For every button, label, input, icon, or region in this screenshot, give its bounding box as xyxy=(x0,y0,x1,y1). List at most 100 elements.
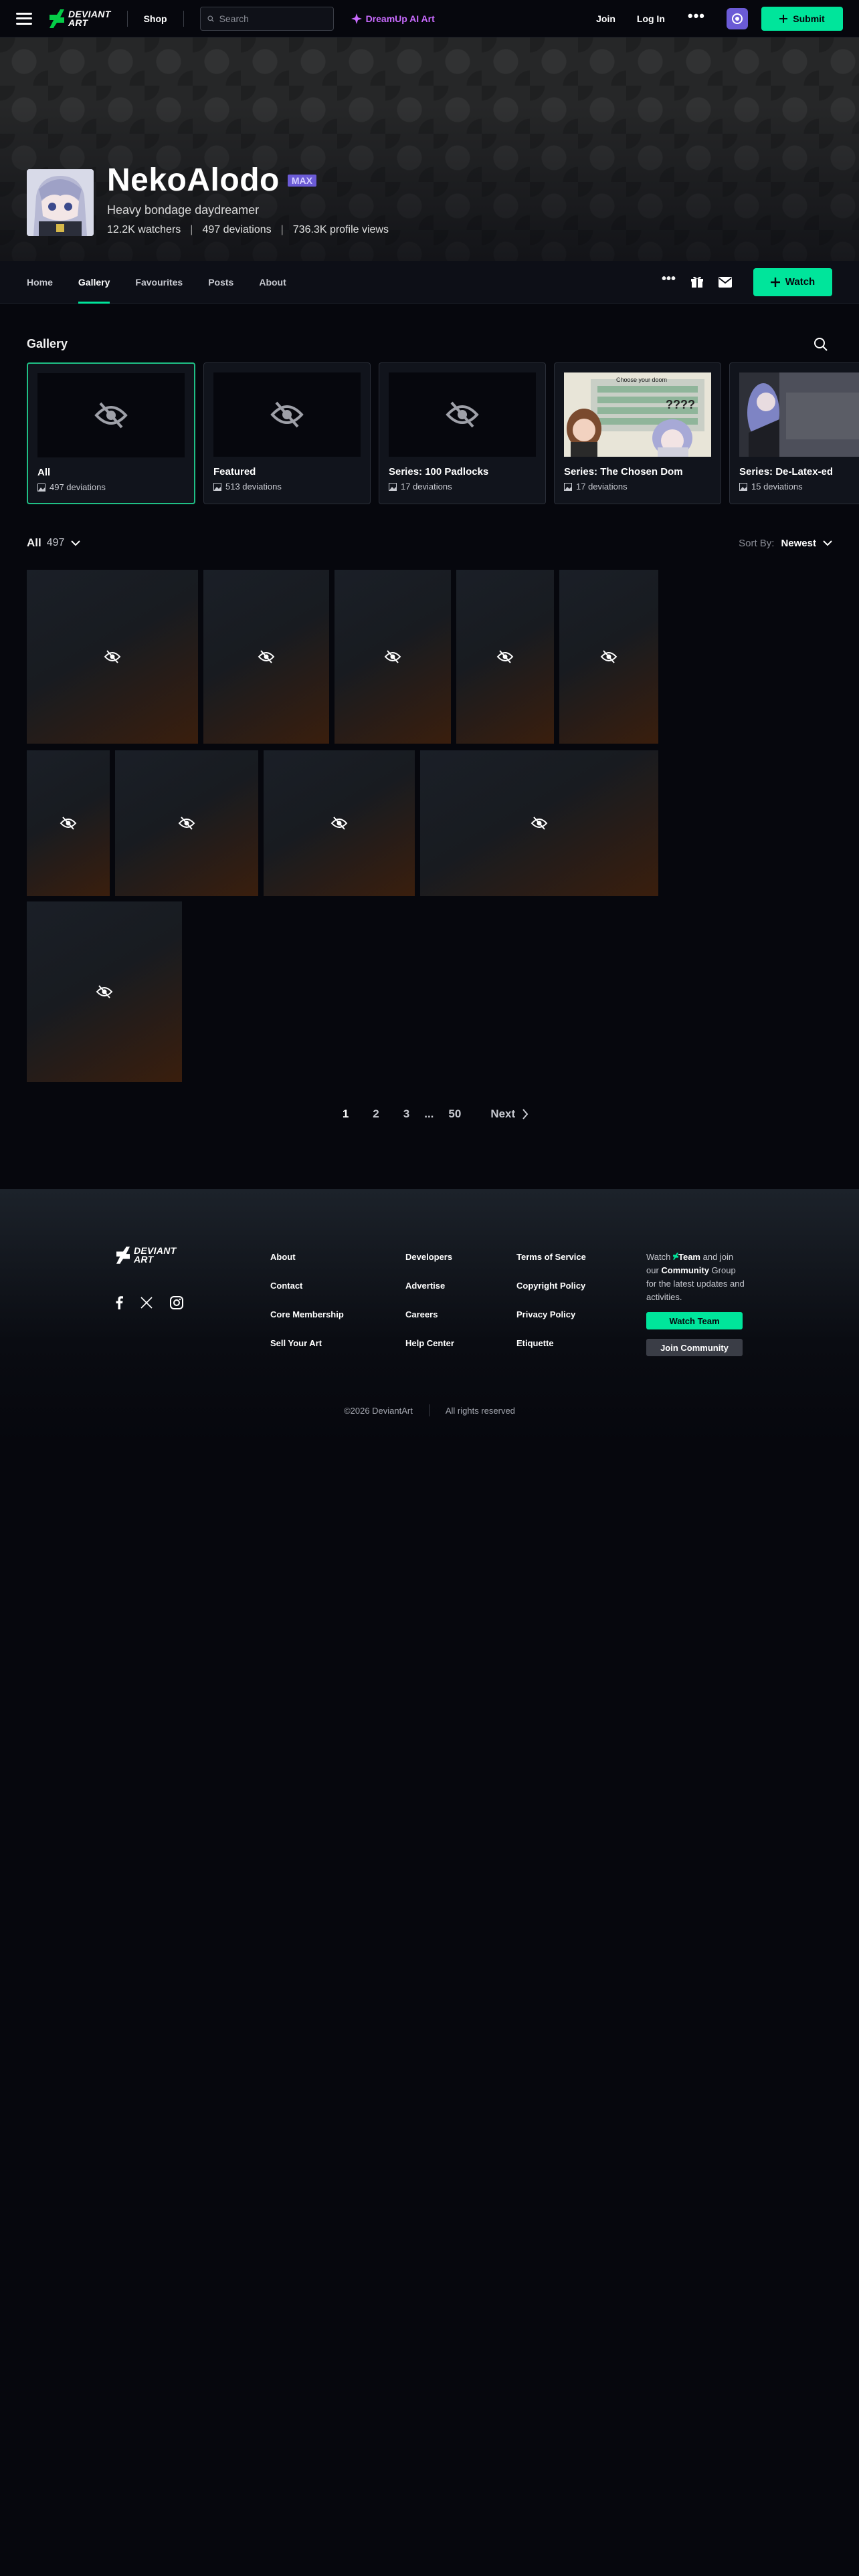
facebook-icon[interactable] xyxy=(115,1296,123,1309)
search-input[interactable] xyxy=(219,13,326,24)
footer-link-contact[interactable]: Contact xyxy=(270,1281,344,1291)
folder-filter-dropdown[interactable]: All 497 xyxy=(27,536,81,550)
footer-link-core-membership[interactable]: Core Membership xyxy=(270,1309,344,1319)
logo-text-art: ART xyxy=(134,1254,154,1265)
folder-thumbnail xyxy=(389,372,536,457)
footer-link-developers[interactable]: Developers xyxy=(405,1252,454,1262)
folder-name: Series: The Chosen Dom xyxy=(564,466,683,477)
deviation-tile[interactable] xyxy=(420,750,658,896)
folder-name: Featured xyxy=(213,466,256,477)
page-2[interactable]: 2 xyxy=(373,1107,379,1121)
page-ellipsis: ... xyxy=(424,1107,434,1120)
submit-button[interactable]: Submit xyxy=(761,6,843,31)
tab-gallery[interactable]: Gallery xyxy=(78,261,110,304)
comic-question-marks: ???? xyxy=(666,398,695,411)
footer-link-privacy-policy[interactable]: Privacy Policy xyxy=(516,1309,586,1319)
page-1[interactable]: 1 xyxy=(343,1107,349,1121)
deviation-tile[interactable] xyxy=(559,570,658,744)
folder-card-100-padlocks[interactable]: Series: 100 Padlocks 17 deviations xyxy=(379,362,546,504)
deviation-tile[interactable] xyxy=(27,570,198,744)
footer-column-3: Terms of Service Copyright Policy Privac… xyxy=(516,1252,586,1348)
x-twitter-icon[interactable] xyxy=(140,1297,153,1309)
folder-card-the-chosen-dom[interactable]: Choose your doom ???? Series: The Chosen… xyxy=(554,362,721,504)
folder-count: 15 deviations xyxy=(751,481,803,492)
profile-tabs: Home Gallery Favourites Posts About ••• … xyxy=(0,261,859,304)
shop-link[interactable]: Shop xyxy=(144,13,167,24)
search-icon[interactable] xyxy=(814,337,828,352)
chevron-down-icon xyxy=(823,540,832,546)
deviation-tile[interactable] xyxy=(27,750,110,896)
page-50[interactable]: 50 xyxy=(448,1107,461,1121)
deviation-tile[interactable] xyxy=(264,750,415,896)
deviation-tile[interactable] xyxy=(456,570,554,744)
footer-link-about[interactable]: About xyxy=(270,1252,344,1262)
folder-card-featured[interactable]: Featured 513 deviations xyxy=(203,362,371,504)
watch-button[interactable]: Watch xyxy=(753,267,832,296)
folder-card-de-latex-ed[interactable]: Series: De-Latex-ed 15 deviations xyxy=(729,362,859,504)
image-icon xyxy=(389,482,397,491)
avatar-image xyxy=(27,169,94,236)
footer-link-etiquette[interactable]: Etiquette xyxy=(516,1338,586,1348)
plus-icon xyxy=(779,14,788,23)
hidden-eye-icon xyxy=(60,817,77,830)
deviantart-logo-icon xyxy=(50,9,64,28)
profile-tagline: Heavy bondage daydreamer xyxy=(107,203,260,217)
footer-link-advertise[interactable]: Advertise xyxy=(405,1281,454,1291)
menu-icon[interactable] xyxy=(16,12,32,25)
gift-icon[interactable] xyxy=(690,276,704,289)
folder-thumbnail xyxy=(213,372,361,457)
deviation-tile[interactable] xyxy=(335,570,451,744)
hidden-eye-icon xyxy=(600,650,617,663)
copyright-bar: ©2026 DeviantArt All rights reserved xyxy=(0,1404,859,1416)
hidden-eye-icon xyxy=(258,650,275,663)
deviantart-logo[interactable]: DEVIANT ART xyxy=(50,9,111,28)
search-box[interactable] xyxy=(199,6,334,31)
avatar[interactable] xyxy=(27,169,94,236)
dreamup-label: DreamUp AI Art xyxy=(365,13,435,24)
deviations-count[interactable]: 497 deviations xyxy=(202,224,271,236)
join-community-button[interactable]: Join Community xyxy=(646,1339,743,1356)
hidden-eye-icon xyxy=(104,650,121,663)
tab-favourites[interactable]: Favourites xyxy=(135,261,183,304)
login-link[interactable]: Log In xyxy=(637,13,665,24)
watch-team-button[interactable]: Watch Team xyxy=(646,1312,743,1329)
footer-link-copyright-policy[interactable]: Copyright Policy xyxy=(516,1281,586,1291)
submit-label: Submit xyxy=(793,13,825,24)
folder-count: 17 deviations xyxy=(576,481,628,492)
hidden-eye-icon xyxy=(94,402,128,429)
next-page-button[interactable]: Next xyxy=(490,1107,529,1121)
logo-text-art: ART xyxy=(68,17,88,28)
footer-link-sell-your-art[interactable]: Sell Your Art xyxy=(270,1338,344,1348)
page-3[interactable]: 3 xyxy=(403,1107,409,1121)
message-icon[interactable] xyxy=(719,276,732,288)
folder-filter-label: All xyxy=(27,536,41,549)
instagram-icon[interactable] xyxy=(170,1296,183,1309)
sort-dropdown[interactable]: Sort By: Newest xyxy=(739,538,832,549)
footer-link-help-center[interactable]: Help Center xyxy=(405,1338,454,1348)
deviation-tile[interactable] xyxy=(115,750,258,896)
image-icon xyxy=(564,482,572,491)
more-options-icon[interactable]: ••• xyxy=(662,272,676,287)
join-link[interactable]: Join xyxy=(596,13,615,24)
core-membership-icon[interactable] xyxy=(727,7,748,29)
dreamup-link[interactable]: DreamUp AI Art xyxy=(351,13,435,24)
tab-posts[interactable]: Posts xyxy=(208,261,233,304)
profile-header: NekoAlodo MAX Heavy bondage daydreamer 1… xyxy=(27,163,389,236)
more-menu-icon[interactable]: ••• xyxy=(688,7,705,25)
image-icon xyxy=(37,483,45,492)
footer-link-careers[interactable]: Careers xyxy=(405,1309,454,1319)
watchers-count[interactable]: 12.2K watchers xyxy=(107,224,181,236)
folder-filter-count: 497 xyxy=(46,537,65,548)
tab-about[interactable]: About xyxy=(259,261,286,304)
hidden-eye-icon xyxy=(531,817,548,830)
max-badge: MAX xyxy=(287,175,316,187)
footer-link-terms[interactable]: Terms of Service xyxy=(516,1252,586,1262)
tab-home[interactable]: Home xyxy=(27,261,53,304)
deviantart-logo-icon xyxy=(116,1247,130,1264)
folder-card-all[interactable]: All 497 deviations xyxy=(27,362,195,504)
deviation-tile[interactable] xyxy=(27,901,182,1082)
deviation-tile[interactable] xyxy=(203,570,329,744)
username[interactable]: NekoAlodo xyxy=(107,163,280,198)
folder-count: 497 deviations xyxy=(50,482,106,492)
footer-logo[interactable]: DEVIANT ART xyxy=(116,1246,177,1265)
